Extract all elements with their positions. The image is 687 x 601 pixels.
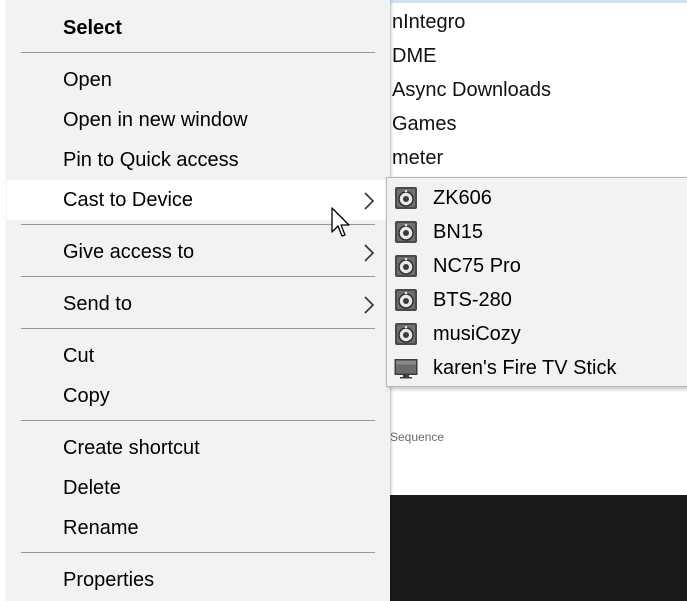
submenu-item-label: BN15 [433, 221, 484, 243]
menu-item-label: Select [63, 17, 122, 39]
menu-separator [21, 224, 375, 225]
submenu-item-device[interactable]: NC75 Pro [387, 249, 687, 283]
speaker-icon [395, 289, 417, 311]
menu-item-open-new-window[interactable]: Open in new window [7, 100, 390, 140]
menu-item-label: Rename [63, 517, 139, 539]
submenu-item-device[interactable]: BN15 [387, 215, 687, 249]
context-menu: Select Open Open in new window Pin to Qu… [7, 0, 390, 601]
menu-item-properties[interactable]: Properties [7, 560, 390, 600]
menu-item-label: Open [63, 69, 112, 91]
file-list-item[interactable]: Async Downloads [392, 78, 551, 102]
menu-item-label: Cast to Device [63, 189, 194, 211]
menu-item-pin-quick-access[interactable]: Pin to Quick access [7, 140, 390, 180]
speaker-icon [395, 187, 417, 209]
menu-item-label: Open in new window [63, 109, 248, 131]
menu-item-label: Pin to Quick access [63, 149, 239, 171]
chevron-right-icon [364, 244, 375, 262]
selection-strip [380, 0, 687, 3]
menu-item-open[interactable]: Open [7, 60, 390, 100]
submenu-item-label: NC75 Pro [433, 255, 521, 277]
menu-item-select[interactable]: Select [7, 8, 390, 48]
menu-item-send-to[interactable]: Send to [7, 284, 390, 324]
submenu-item-device[interactable]: BTS-280 [387, 283, 687, 317]
menu-item-delete[interactable]: Delete [7, 468, 390, 508]
menu-item-create-shortcut[interactable]: Create shortcut [7, 428, 390, 468]
menu-item-rename[interactable]: Rename [7, 508, 390, 548]
file-list-item[interactable]: DME [392, 44, 436, 68]
menu-item-label: Create shortcut [63, 437, 200, 459]
submenu-item-device[interactable]: musiCozy [387, 317, 687, 351]
menu-separator [21, 328, 375, 329]
cast-to-device-submenu: ZK606 BN15 NC75 Pro BTS-280 musiCozy kar… [386, 177, 687, 387]
submenu-item-label: BTS-280 [433, 289, 512, 311]
file-list-item[interactable]: meter [392, 146, 443, 170]
menu-item-label: Give access to [63, 241, 195, 263]
mouse-cursor-icon [331, 207, 350, 237]
chevron-right-icon [364, 296, 375, 314]
submenu-item-device[interactable]: karen's Fire TV Stick [387, 351, 687, 385]
chevron-right-icon [364, 192, 375, 210]
tv-icon [394, 359, 418, 379]
submenu-item-label: ZK606 [433, 187, 492, 209]
menu-item-label: Send to [63, 293, 132, 315]
file-list-item[interactable]: nIntegro [392, 10, 465, 34]
menu-separator [21, 276, 375, 277]
menu-item-label: Copy [63, 385, 110, 407]
submenu-item-label: musiCozy [433, 323, 521, 345]
speaker-icon [395, 221, 417, 243]
speaker-icon [395, 323, 417, 345]
menu-item-label: Delete [63, 477, 121, 499]
speaker-icon [395, 255, 417, 277]
menu-separator [21, 552, 375, 553]
file-list-item[interactable]: Games [392, 112, 456, 136]
menu-item-cut[interactable]: Cut [7, 336, 390, 376]
menu-separator [21, 52, 375, 53]
menu-separator [21, 420, 375, 421]
menu-item-label: Cut [63, 345, 95, 367]
menu-item-copy[interactable]: Copy [7, 376, 390, 416]
dark-panel [380, 495, 687, 601]
menu-item-label: Properties [63, 569, 155, 591]
submenu-item-label: karen's Fire TV Stick [433, 357, 617, 379]
submenu-item-device[interactable]: ZK606 [387, 181, 687, 215]
